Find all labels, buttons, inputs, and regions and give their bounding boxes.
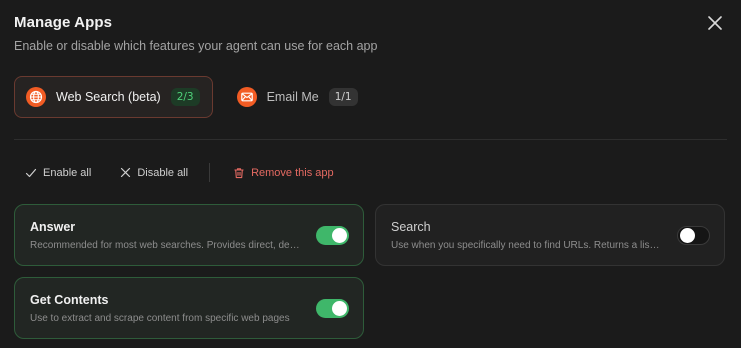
- dialog-subtitle: Enable or disable which features your ag…: [14, 39, 378, 53]
- tab-label: Email Me: [266, 90, 319, 104]
- remove-app-label: Remove this app: [251, 166, 334, 179]
- tab-web-search[interactable]: Web Search (beta) 2/3: [14, 76, 213, 118]
- get-contents-toggle[interactable]: [316, 299, 349, 318]
- remove-app-button[interactable]: Remove this app: [233, 167, 334, 179]
- divider: [14, 139, 727, 140]
- close-icon: [708, 16, 722, 30]
- dialog-header: Manage Apps Enable or disable which feat…: [14, 14, 727, 53]
- trash-icon: [234, 167, 244, 178]
- answer-toggle[interactable]: [316, 226, 349, 245]
- feature-card-search: Search Use when you specifically need to…: [375, 204, 725, 266]
- disable-all-button[interactable]: Disable all: [120, 167, 188, 179]
- search-toggle[interactable]: [677, 226, 710, 245]
- mail-icon: [236, 87, 257, 107]
- tab-count-badge: 2/3: [170, 88, 200, 106]
- toggle-knob: [680, 228, 695, 243]
- feature-description: Recommended for most web searches. Provi…: [30, 240, 300, 251]
- close-button[interactable]: [704, 12, 726, 34]
- bulk-actions: Enable all Disable all Remove this app: [25, 163, 334, 182]
- feature-description: Use to extract and scrape content from s…: [30, 313, 290, 324]
- toggle-knob: [332, 301, 347, 316]
- enable-all-label: Enable all: [43, 166, 92, 179]
- tab-label: Web Search (beta): [56, 90, 161, 104]
- feature-description: Use when you specifically need to find U…: [391, 240, 661, 251]
- dialog-title: Manage Apps: [14, 14, 113, 31]
- action-separator: [209, 163, 211, 182]
- enable-all-button[interactable]: Enable all: [25, 167, 91, 179]
- feature-title: Get Contents: [30, 293, 109, 307]
- feature-card-get-contents: Get Contents Use to extract and scrape c…: [14, 277, 364, 339]
- disable-all-label: Disable all: [137, 166, 189, 179]
- feature-card-answer: Answer Recommended for most web searches…: [14, 204, 364, 266]
- x-icon: [121, 167, 131, 178]
- tab-count-badge: 1/1: [328, 88, 358, 106]
- feature-title: Search: [391, 220, 431, 234]
- toggle-knob: [332, 228, 347, 243]
- tab-email-me[interactable]: Email Me 1/1: [225, 76, 371, 118]
- check-icon: [25, 168, 37, 177]
- feature-title: Answer: [30, 220, 76, 234]
- app-tabs: Web Search (beta) 2/3 Email Me 1/1: [14, 76, 371, 118]
- globe-icon: [26, 87, 46, 107]
